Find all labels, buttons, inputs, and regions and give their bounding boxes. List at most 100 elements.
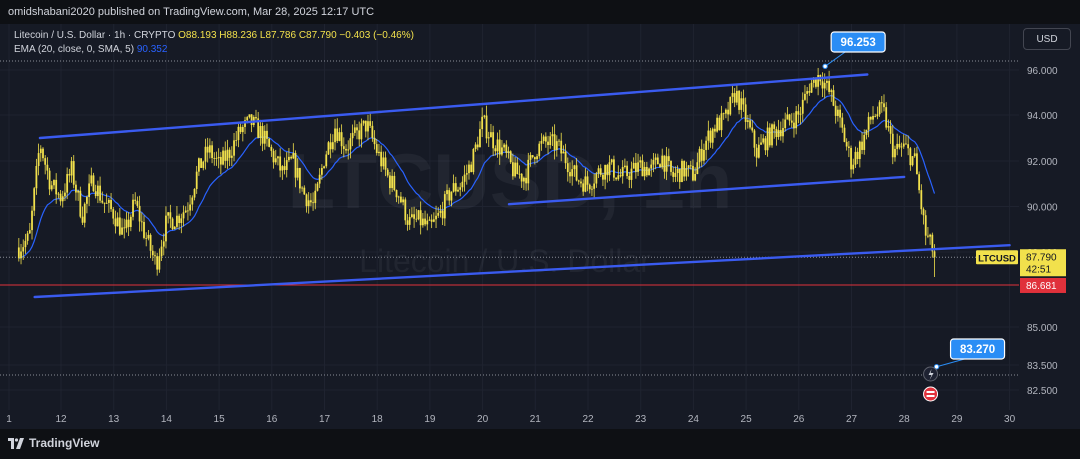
candle-body [735,90,738,103]
candle-body [880,102,883,104]
candle-body [57,193,60,195]
candle-body [437,212,440,216]
candle-body [560,140,563,154]
candle-body [797,111,800,115]
candle-body [742,98,745,105]
candle-body [913,153,916,157]
candle-body [933,251,936,258]
price-chart[interactable]: LTCUSD, 1h Litecoin / U.S. Dollar 96.000… [0,0,1080,459]
candle-body [296,168,299,178]
candle-body [369,121,372,126]
candle-body [42,148,44,159]
candle-body [610,159,613,163]
legend-high: H88.236 [219,30,258,41]
candle-body [509,151,512,163]
candle-body [118,217,121,235]
candle-body [171,218,174,230]
candle-body [766,127,769,151]
candle-body [140,221,143,223]
candle-body [779,130,782,137]
candle-body [195,171,198,189]
candle-body [371,125,374,138]
candle-body [26,233,29,241]
candle-body [44,158,47,165]
candle-body [219,156,222,165]
candle-body [630,168,633,180]
candle-body [285,160,288,170]
candle-body [320,168,323,175]
candle-body [648,168,650,176]
candle-body [358,130,361,140]
candle-body [430,219,433,222]
candle-body [637,162,639,172]
candle-body [101,200,104,203]
candle-body [158,256,161,270]
candle-body [268,138,271,147]
candle-body [20,251,22,259]
candle-body [178,215,181,224]
candle-body [503,144,506,148]
candle-body [70,161,73,176]
candle-body [501,147,503,155]
support-price-label: 86.681 [1026,281,1057,292]
candle-body [342,146,345,149]
candle-body [202,161,205,168]
candle-body [281,166,284,171]
candle-body [279,156,282,171]
candle-body [564,151,567,164]
candle-body [656,157,659,165]
candle-body [428,219,431,221]
candle-body [733,93,736,103]
candle-body [367,121,369,132]
time-tick-label: 30 [1004,414,1016,425]
candle-body [92,175,95,192]
candle-body [468,164,470,174]
candle-body [764,138,767,151]
candle-body [498,139,501,155]
price-tick-label: 82.500 [1027,386,1058,397]
candle-body [762,138,765,143]
candle-body [863,134,866,150]
candle-body [782,127,784,137]
candle-body [771,124,773,146]
candle-body [481,116,484,130]
candle-body [641,160,644,177]
price-tick-label: 90.000 [1027,203,1058,214]
candle-body [443,194,446,219]
candle-body [817,75,820,87]
candle-body [167,212,170,216]
candle-body [395,190,398,198]
candle-body [591,188,593,190]
candle-body [911,156,914,166]
candle-body [768,127,771,146]
candle-body [424,218,426,225]
candle-body [274,158,277,163]
candle-body [685,168,688,177]
candle-body [566,163,569,173]
currency-button[interactable]: USD [1023,28,1071,50]
candle-body [292,153,295,159]
candle-body [555,141,558,150]
candle-body [241,126,244,133]
tradingview-logo[interactable]: TradingView [8,436,99,450]
candle-body [773,124,776,129]
time-tick-label: 25 [741,414,753,425]
legend-ema[interactable]: EMA (20, close, 0, SMA, 5) 90.352 [14,44,167,55]
candle-body [266,130,268,139]
candle-body [659,164,661,168]
candle-body [518,173,521,175]
candle-body [391,175,394,189]
candle-body [413,214,415,219]
candle-body [331,142,334,150]
flag-stripe-icon [926,395,935,397]
event-icons [923,366,939,402]
candle-body [345,148,347,151]
candle-body [738,90,740,110]
callout-leader-high [824,51,846,67]
candle-body [248,114,251,118]
candle-body [378,151,380,154]
candle-body [154,255,156,257]
candle-body [760,142,762,145]
candle-body [902,143,905,147]
candle-body [129,216,132,228]
